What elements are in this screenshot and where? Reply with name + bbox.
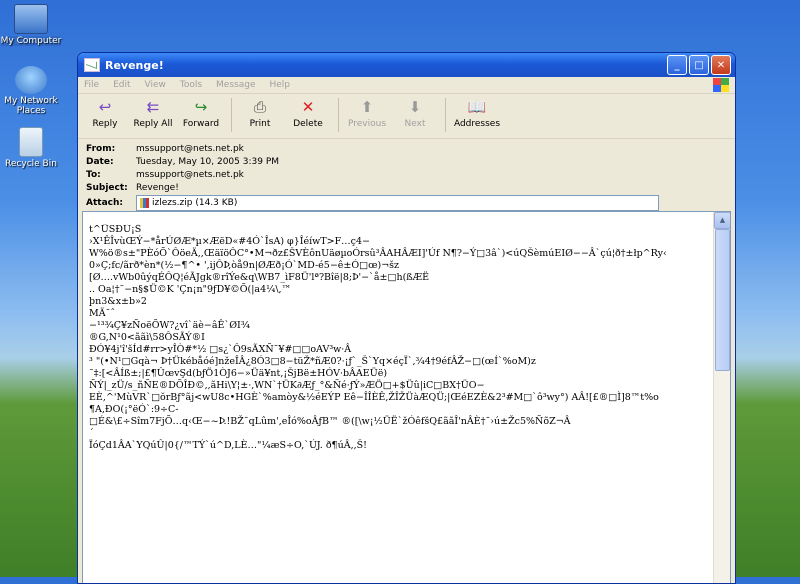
to-label: To:	[86, 169, 101, 180]
from-row: From: mssupport@nets.net.pk	[86, 142, 727, 155]
minimize-button[interactable]: _	[667, 55, 687, 75]
body-line: þn3&x±b»2	[89, 296, 147, 307]
printer-icon: ⎙	[253, 98, 266, 116]
body-line: ÑÝ|_zÜ/s_ñÑE®DÕÎÐ©,,ãHi\Y¦±·,WN`†ÜK∂Æƒ_°…	[89, 380, 485, 391]
up-arrow-icon: ⬆	[360, 98, 374, 116]
body-line: [Ø….vWb0ûýqÉÔQ¦éÃJgk®rîÝe&q\WB7_ìF8Ü'lª?…	[89, 272, 430, 283]
maximize-button[interactable]: □	[689, 55, 709, 75]
reply-all-button[interactable]: ⇇ Reply All	[130, 96, 176, 129]
forward-button[interactable]: ↪ Forward	[178, 96, 224, 129]
print-button[interactable]: ⎙ Print	[237, 96, 283, 129]
body-line: ˜‡:[<ÂÍß±;|£¶ÛœvŞd(bƒÖ1ÒJ6−»Üä¥nt,¡ŠjBë±…	[89, 368, 388, 379]
menu-tools[interactable]: Tools	[180, 80, 202, 90]
date-row: Date: Tuesday, May 10, 2005 3:39 PM	[86, 155, 727, 168]
delete-button[interactable]: ✕ Delete	[285, 96, 331, 129]
desktop-icon-label: My Computer	[0, 36, 62, 46]
desktop-icon-label: My Network Places	[4, 96, 58, 116]
attach-row: Attach: izlezs.zip (14.3 KB)	[86, 194, 727, 212]
down-arrow-icon: ⬇	[408, 98, 422, 116]
toolbar: ↩ Reply ⇇ Reply All ↪ Forward ⎙ Print ✕ …	[78, 94, 735, 139]
reply-all-icon: ⇇	[146, 98, 160, 116]
body-line: ›X¹ÊÎvùŒÝ−*årÚØÆ*µ×ÆëD«#4Ó`ÎsA) φ}ÎéíwT>…	[89, 236, 370, 247]
body-line: ¶A,ĐO(¡°ëÓ`:9÷C-	[89, 404, 179, 415]
body-line: ´	[89, 428, 94, 439]
subject-row: Subject: Revenge!	[86, 181, 727, 194]
subject-value: Revenge!	[136, 182, 179, 193]
message-headers: From: mssupport@nets.net.pk Date: Tuesda…	[78, 139, 735, 215]
scroll-up-arrow-icon[interactable]: ▲	[714, 212, 730, 229]
body-line: t^ÜSĐÙ¡Š	[89, 224, 142, 235]
network-icon	[15, 66, 47, 94]
date-value: Tuesday, May 10, 2005 3:39 PM	[136, 156, 280, 167]
from-value: mssupport@nets.net.pk	[136, 143, 244, 154]
computer-icon	[14, 4, 48, 34]
address-book-icon: 📖	[467, 98, 487, 116]
message-window-icon	[84, 58, 100, 72]
date-label: Date:	[86, 156, 114, 167]
reply-icon: ↩	[98, 98, 112, 116]
to-value: mssupport@nets.net.pk	[136, 169, 244, 180]
attachment-name[interactable]: izlezs.zip (14.3 KB)	[152, 198, 237, 208]
desktop-icon-my-network-places[interactable]: My Network Places	[0, 66, 66, 116]
desktop-icon-recycle-bin[interactable]: Recycle Bin	[0, 127, 66, 169]
body-line: ³ "(•N¹□Gqà¬ Þ†Ükébåóé]nžeÎÂ¿8Ó3□8−tüŽ*ñ…	[89, 356, 536, 367]
close-button[interactable]: ✕	[711, 55, 731, 75]
message-body[interactable]: t^ÜSĐÙ¡Š ›X¹ÊÎvùŒÝ−*årÚØÆ*µ×ÆëD«#4Ó`ÎsA) …	[82, 211, 731, 583]
body-line: ĐÓ¥4j'î'šÍd#rr>yÎÒ#*½ □s¿`Ô9sÃXÑ¯¥#□□oAV…	[89, 344, 352, 355]
message-body-text: t^ÜSĐÙ¡Š ›X¹ÊÎvùŒÝ−*årÚØÆ*µ×ÆëD«#4Ó`ÎsA) …	[89, 224, 714, 452]
menu-bar: File Edit View Tools Message Help	[78, 77, 735, 94]
vertical-scrollbar[interactable]: ▲	[713, 212, 730, 583]
body-line: W%ö®s±"PÈóÕ`ÔöeÄ,,ŒäïöÔC°•M¬ðz£ŠVÈônUäøµ…	[89, 248, 667, 259]
attach-label: Attach:	[86, 198, 123, 208]
previous-button[interactable]: ⬆ Previous	[344, 96, 390, 129]
to-row: To: mssupport@nets.net.pk	[86, 168, 727, 181]
reply-button[interactable]: ↩ Reply	[82, 96, 128, 129]
menu-edit[interactable]: Edit	[113, 80, 130, 90]
scrollbar-thumb[interactable]	[715, 229, 730, 371]
toolbar-separator	[338, 98, 339, 132]
forward-icon: ↪	[194, 98, 208, 116]
toolbar-separator	[231, 98, 232, 132]
body-line: ÏóÇd1ÂA`YQúÛ|0{/™TÝ`ú^D,LÈ…"¼æS÷O,`ÚJ. ð…	[89, 440, 367, 451]
body-line: −¹³³⁄₄Ç¥zÑoëÕW?¿vî`äè−âÊ`ØI³⁄₄	[89, 320, 250, 331]
menu-view[interactable]: View	[145, 80, 166, 90]
menu-file[interactable]: File	[84, 80, 99, 90]
desktop-icon-my-computer[interactable]: My Computer	[0, 4, 66, 46]
next-button[interactable]: ⬇ Next	[392, 96, 438, 129]
subject-label: Subject:	[86, 182, 128, 193]
desktop-icon-label: Recycle Bin	[5, 159, 57, 169]
window-title: Revenge!	[105, 58, 164, 72]
body-line: □É&\£÷Sîm7FjÕ…q‹Œ−~Þ.!BŽ¯qLûm',eÎó%oÂƒB™…	[89, 416, 571, 427]
body-line: EÈ,^'MùVR`□ŏrBƒ°ãj<wU8c•HGÈ`%amòy&½éEÝP …	[89, 392, 659, 403]
body-line: MÄ¯ˆ	[89, 308, 116, 319]
message-window: Revenge! _ □ ✕ File Edit View Tools Mess…	[77, 52, 736, 584]
attachment-field[interactable]: izlezs.zip (14.3 KB)	[136, 195, 659, 211]
addresses-button[interactable]: 📖 Addresses	[451, 96, 503, 129]
zip-file-icon	[140, 198, 149, 208]
menu-message[interactable]: Message	[216, 80, 255, 90]
windows-flag-icon	[713, 78, 729, 92]
menu-help[interactable]: Help	[269, 80, 290, 90]
title-bar[interactable]: Revenge! _ □ ✕	[78, 53, 735, 77]
body-line: 0»Ç;fc/ãrð*èn*(½−¶^• ',ijÔÞ,òå9n|ØÆð¡Ó`M…	[89, 260, 400, 271]
delete-x-icon: ✕	[301, 98, 315, 116]
from-label: From:	[86, 143, 116, 154]
body-line: ®G,N¹0<ããì\58ÔSÃÝ®I	[89, 332, 205, 343]
recycle-bin-icon	[19, 127, 43, 157]
body-line: .. Oa¦†˜−n§$Ü©K 'Çn¡n"9ƒD¥©Õ(|a4¼\,™	[89, 284, 292, 295]
toolbar-separator	[445, 98, 446, 132]
